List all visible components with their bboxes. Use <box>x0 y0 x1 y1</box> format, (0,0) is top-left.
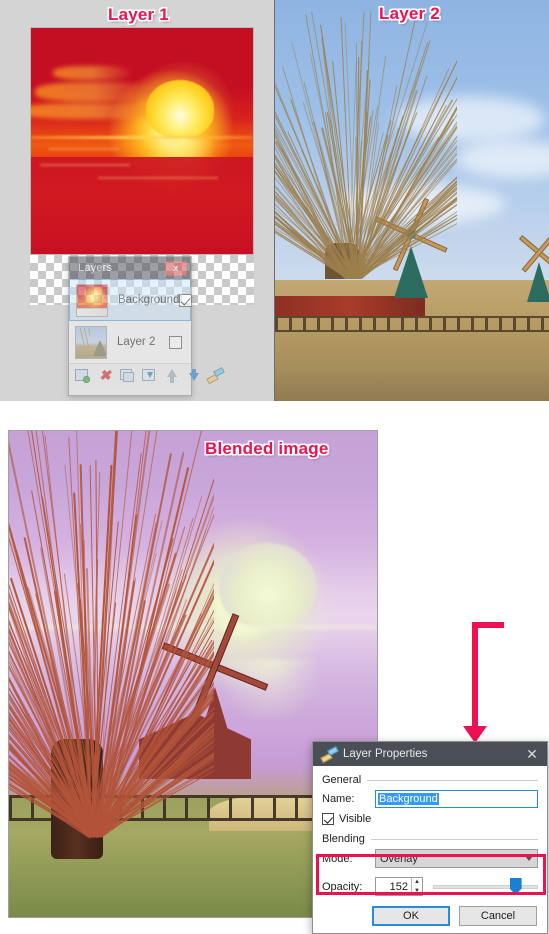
stepper-up-icon[interactable]: ▲ <box>412 878 422 887</box>
caption-layer1: Layer 1 <box>108 5 169 25</box>
ok-button[interactable]: OK <box>372 906 450 926</box>
brush-icon <box>321 748 336 761</box>
top-comparison-row: Layer 1 Layers x Background Layer 2 ✖ La… <box>0 0 549 402</box>
stepper-arrows[interactable]: ▲ ▼ <box>411 878 422 895</box>
general-label: General <box>322 774 361 786</box>
blending-label: Blending <box>322 833 365 845</box>
opacity-slider[interactable] <box>433 877 538 896</box>
merge-down-icon[interactable] <box>140 367 158 384</box>
mode-label: Mode: <box>322 853 375 865</box>
arrow-stem <box>472 622 478 730</box>
layer-visibility-checkbox[interactable] <box>169 336 182 349</box>
callout-arrow <box>448 612 518 752</box>
slider-thumb[interactable] <box>510 878 522 895</box>
general-group-header: General <box>322 774 538 786</box>
layer-thumbnail <box>75 326 107 359</box>
water-streak <box>49 148 119 150</box>
group-rule <box>371 839 538 840</box>
layers-panel-titlebar: Layers x <box>69 257 191 279</box>
layer-name: Layer 2 <box>117 336 169 348</box>
screenshot-root: Layer 1 Layers x Background Layer 2 ✖ La… <box>0 0 549 934</box>
water-streak <box>40 164 130 166</box>
opacity-stepper[interactable]: 152 ▲ ▼ <box>375 877 423 896</box>
slider-track <box>433 885 538 889</box>
sun-disc <box>146 80 214 138</box>
visible-label: Visible <box>339 813 371 825</box>
windmill-shape-far <box>519 246 549 302</box>
name-input-value: Background <box>378 793 439 805</box>
layer-properties-icon[interactable] <box>206 367 224 384</box>
visible-checkbox-row[interactable]: Visible <box>322 813 538 825</box>
layer-row-background[interactable]: Background <box>69 279 191 321</box>
layer-properties-dialog[interactable]: Layer Properties ✕ General Name: Backgro… <box>312 741 548 934</box>
dialog-button-row: OK Cancel <box>313 906 547 926</box>
fence <box>275 316 549 332</box>
group-rule <box>367 780 538 781</box>
layer-row-layer2[interactable]: Layer 2 <box>69 321 191 363</box>
name-label: Name: <box>322 793 375 805</box>
red-field-strip <box>275 296 425 316</box>
name-field-row: Name: Background <box>322 790 538 808</box>
dialog-title: Layer Properties <box>336 748 523 760</box>
layer-visibility-checkbox[interactable] <box>179 294 192 307</box>
layers-panel-title: Layers <box>78 262 165 274</box>
opacity-label: Opacity: <box>322 881 375 893</box>
layers-toolbar: ✖ <box>69 363 191 387</box>
layer-thumbnail <box>76 284 108 317</box>
move-layer-up-icon[interactable] <box>162 367 180 384</box>
close-icon[interactable]: x <box>165 261 187 276</box>
layer1-sunset-image <box>30 27 254 255</box>
move-layer-down-icon[interactable] <box>184 367 202 384</box>
sea-lower-wash <box>31 157 253 254</box>
opacity-value: 152 <box>376 881 411 893</box>
caption-layer2: Layer 2 <box>379 4 440 24</box>
layer2-canvas-panel: Layer 2 Layers x Background Layer 2 <box>275 0 549 402</box>
layers-panel-1[interactable]: Layers x Background Layer 2 ✖ <box>68 256 192 396</box>
layers-list: Background Layer 2 <box>69 279 191 363</box>
horizon-line <box>31 136 253 139</box>
willow-tree <box>275 4 457 279</box>
visible-checkbox[interactable] <box>322 813 334 825</box>
new-layer-icon[interactable] <box>74 367 92 384</box>
blend-mode-value: Overlay <box>380 853 525 865</box>
layer-name: Background <box>118 294 179 306</box>
water-streak <box>98 177 218 179</box>
blending-group-header: Blending <box>322 833 538 845</box>
cloud-shape <box>53 66 133 80</box>
close-icon[interactable]: ✕ <box>523 742 541 766</box>
layer2-windmill-photo <box>275 0 549 402</box>
caption-blended: Blended image <box>205 439 329 459</box>
stepper-down-icon[interactable]: ▼ <box>412 887 422 896</box>
mode-field-row: Mode: Overlay <box>322 849 538 868</box>
chevron-down-icon[interactable] <box>525 856 533 861</box>
layer1-canvas-panel: Layer 1 Layers x Background Layer 2 ✖ <box>0 0 275 402</box>
opacity-row: Opacity: 152 ▲ ▼ <box>322 877 538 896</box>
blend-mode-select[interactable]: Overlay <box>375 849 538 868</box>
delete-layer-icon[interactable]: ✖ <box>96 367 114 384</box>
name-input[interactable]: Background <box>375 790 538 808</box>
dialog-body: General Name: Background Visible Blendin… <box>313 766 547 896</box>
blended-willow-tree <box>8 430 214 895</box>
cancel-button[interactable]: Cancel <box>459 906 537 926</box>
dialog-titlebar: Layer Properties ✕ <box>313 742 547 766</box>
duplicate-layer-icon[interactable] <box>118 367 136 384</box>
